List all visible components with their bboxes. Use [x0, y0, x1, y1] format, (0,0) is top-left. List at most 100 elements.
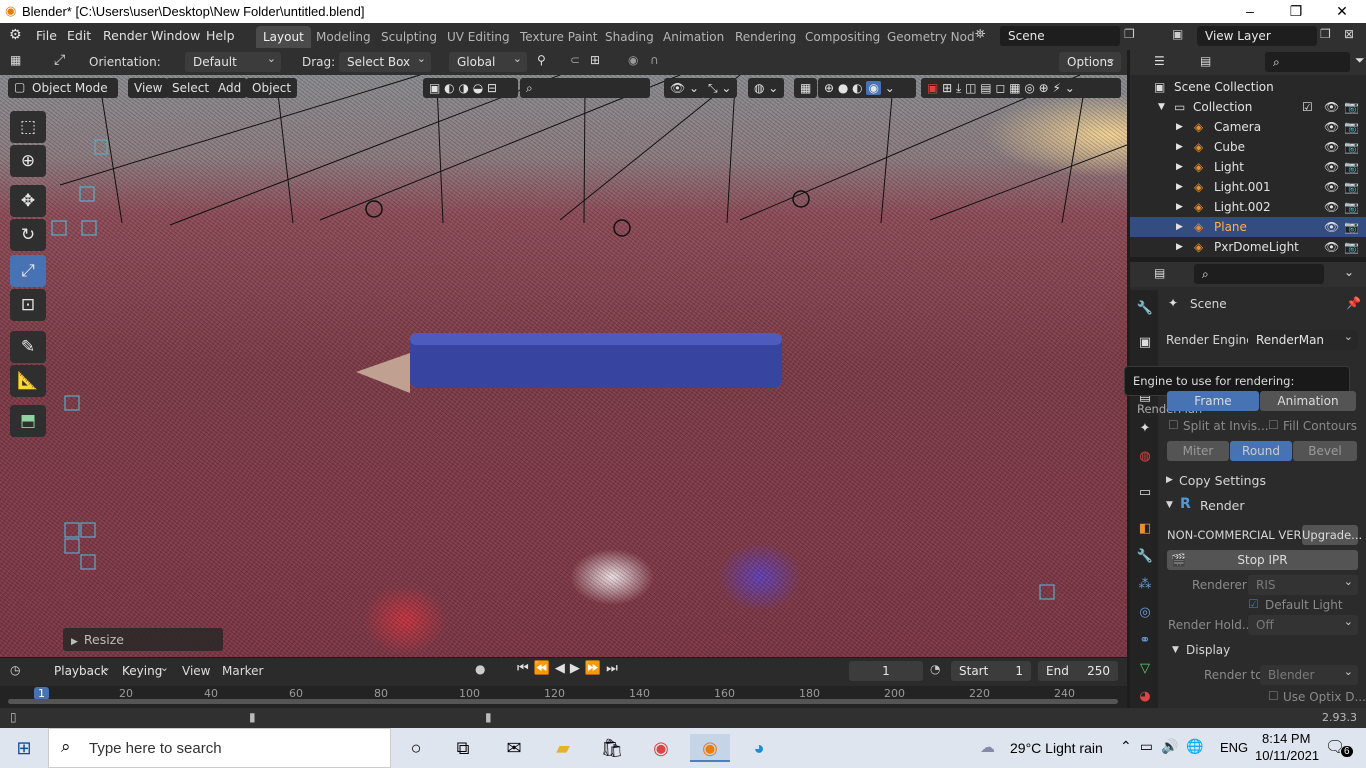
selection-mode-icons[interactable]: ▣ ◐ ◑ ◒ ⊟	[423, 78, 518, 98]
animation-button[interactable]: Animation	[1260, 391, 1356, 411]
scale-tool[interactable]: ⤢	[10, 255, 46, 287]
menu-window[interactable]: Window	[151, 28, 200, 43]
proportional-edit-icon[interactable]: ◉	[628, 53, 638, 67]
editor-type-icon[interactable]: ▦	[10, 53, 21, 67]
view-layer-icon[interactable]: ▣	[1172, 27, 1183, 41]
eye-icon[interactable]: 👁	[1324, 97, 1339, 117]
modifier-tab-icon[interactable]: 🔧	[1134, 546, 1156, 568]
gizmo-icon[interactable]: ⤡ ⌄	[702, 78, 738, 98]
camera-render-icon[interactable]: 📷	[1344, 117, 1359, 137]
language-indicator[interactable]: ENG	[1220, 740, 1248, 755]
pivot-point-icon[interactable]: ⚲	[537, 53, 546, 67]
menu-help[interactable]: Help	[206, 28, 235, 43]
file-explorer-icon[interactable]: ▰	[543, 734, 583, 762]
timeline-view-menu[interactable]: View	[182, 664, 210, 678]
camera-render-icon[interactable]: 📷	[1344, 137, 1359, 157]
outliner-item-camera[interactable]: ▶ ◈ Camera 👁 📷	[1130, 117, 1366, 137]
outliner-item-plane[interactable]: ▶ ◈ Plane 👁 📷	[1130, 217, 1366, 237]
default-light-checkbox-icon[interactable]: ☑	[1248, 597, 1259, 611]
expand-arrow-icon[interactable]: ▶	[1176, 237, 1183, 257]
xray-icon[interactable]: ▦	[794, 78, 818, 98]
expand-arrow-icon[interactable]: ▶	[1176, 117, 1183, 137]
outliner-scene-collection[interactable]: ▣ Scene Collection	[1130, 77, 1366, 97]
outliner-item-light-002[interactable]: ▶ ◈ Light.002 👁 📷	[1130, 197, 1366, 217]
collection-tab-icon[interactable]: ▭	[1134, 482, 1156, 504]
eye-icon[interactable]: 👁	[1324, 177, 1339, 197]
round-button[interactable]: Round	[1230, 441, 1292, 461]
use-optix-checkbox-icon[interactable]: ☐	[1268, 689, 1279, 703]
object-menu[interactable]: Object	[246, 78, 298, 98]
render-section-header[interactable]: Render	[1200, 498, 1245, 513]
camera-render-icon[interactable]: 📷	[1344, 97, 1359, 117]
timeline-editor-icon[interactable]: ◷	[10, 663, 20, 677]
move-tool[interactable]: ✥	[10, 185, 46, 217]
menu-file[interactable]: File	[36, 28, 57, 43]
view-layer-selector[interactable]: View Layer	[1197, 26, 1317, 46]
tool-tab-icon[interactable]: 🔧	[1134, 298, 1156, 320]
checkbox-icon[interactable]: ☑	[1302, 97, 1313, 117]
keying-dropdown[interactable]: Keying	[114, 658, 174, 681]
world-tab-icon[interactable]: ◍	[1134, 446, 1156, 468]
falloff-icon[interactable]: ∩	[650, 53, 659, 67]
render-tab-icon[interactable]: ▣	[1134, 332, 1156, 354]
tab-texture-paint[interactable]: Texture Paint	[513, 26, 604, 48]
shading-mode-icons[interactable]: ⊕ ● ◐ ◉ ⌄	[818, 78, 916, 98]
eye-icon[interactable]: 👁	[1324, 117, 1339, 137]
renderer-dropdown[interactable]: RIS	[1248, 572, 1358, 595]
annotate-tool[interactable]: ✎	[10, 331, 46, 363]
expand-arrow-icon[interactable]: ▶	[1176, 137, 1183, 157]
task-view-icon[interactable]: ⧉	[443, 734, 483, 762]
stopwatch-icon[interactable]: ◔	[930, 662, 940, 676]
expand-arrow-icon[interactable]: ▶	[1176, 157, 1183, 177]
playback-dropdown[interactable]: Playback	[46, 658, 116, 681]
data-tab-icon[interactable]: ▽	[1134, 658, 1156, 680]
tab-layout[interactable]: Layout	[256, 26, 311, 48]
outliner-search[interactable]: ⌕	[1265, 52, 1350, 72]
outliner-item-pxrdomelight[interactable]: ▶ ◈ PxrDomeLight 👁 📷	[1130, 237, 1366, 257]
weather-text[interactable]: 29°C Light rain	[1010, 740, 1103, 756]
overlay-icon[interactable]: ◍ ⌄	[748, 78, 785, 98]
tab-sculpting[interactable]: Sculpting	[374, 26, 444, 48]
constraints-tab-icon[interactable]: ⚭	[1134, 630, 1156, 652]
render-engine-dropdown[interactable]: RenderMan	[1248, 327, 1358, 350]
display-mode-icon[interactable]: ▤	[1200, 54, 1211, 68]
select-box-tool[interactable]: ⬚	[10, 111, 46, 143]
split-checkbox-icon[interactable]: ☐	[1168, 418, 1179, 432]
outliner-collection[interactable]: ▼ ▭ Collection ☑ 👁 📷	[1130, 97, 1366, 117]
tab-geometry-nodes[interactable]: Geometry Nod	[880, 26, 982, 48]
eye-icon[interactable]: 👁	[1324, 197, 1339, 217]
scene-selector[interactable]: Scene	[1000, 26, 1120, 46]
properties-search[interactable]: ⌕	[1194, 264, 1324, 284]
menu-edit[interactable]: Edit	[67, 28, 91, 43]
minimize-button[interactable]: –	[1227, 0, 1273, 23]
close-button[interactable]: ✕	[1319, 0, 1365, 23]
visibility-icon[interactable]: 👁 ⌄	[664, 78, 706, 98]
display-arrow-icon[interactable]: ▼	[1172, 645, 1179, 655]
eye-icon[interactable]: 👁	[1324, 157, 1339, 177]
weather-icon[interactable]: ☁	[980, 738, 995, 756]
maximize-button[interactable]: ❐	[1273, 0, 1319, 23]
blender-taskbar-icon[interactable]: ◉	[690, 734, 730, 762]
cursor-tool[interactable]: ⊕	[10, 145, 46, 177]
tab-shading[interactable]: Shading	[598, 26, 661, 48]
particles-tab-icon[interactable]: ⁂	[1134, 574, 1156, 596]
tab-compositing[interactable]: Compositing	[798, 26, 887, 48]
render-to-dropdown[interactable]: Blender	[1260, 662, 1358, 685]
bevel-button[interactable]: Bevel	[1293, 441, 1357, 461]
snap-target-icon[interactable]: ⊞	[590, 53, 600, 67]
expand-arrow-icon[interactable]: ▶	[1176, 177, 1183, 197]
options-dropdown[interactable]: Options	[1059, 49, 1121, 72]
properties-editor-icon[interactable]: ▤	[1154, 266, 1165, 280]
tab-rendering[interactable]: Rendering	[728, 26, 803, 48]
select-menu[interactable]: Select	[166, 78, 216, 98]
render-hold-dropdown[interactable]: Off	[1248, 612, 1358, 635]
clock-time[interactable]: 8:14 PM	[1262, 731, 1310, 746]
add-cube-tool[interactable]: ⬒	[10, 405, 46, 437]
render-section-arrow-icon[interactable]: ▼	[1166, 500, 1173, 510]
camera-render-icon[interactable]: 📷	[1344, 217, 1359, 237]
object-tab-icon[interactable]: ◧	[1134, 518, 1156, 540]
filter-icon[interactable]: ⏷	[1355, 53, 1365, 68]
fill-contours-checkbox-icon[interactable]: ☐	[1268, 418, 1279, 432]
timeline-scrollbar[interactable]	[8, 699, 1118, 704]
outliner-item-light[interactable]: ▶ ◈ Light 👁 📷	[1130, 157, 1366, 177]
